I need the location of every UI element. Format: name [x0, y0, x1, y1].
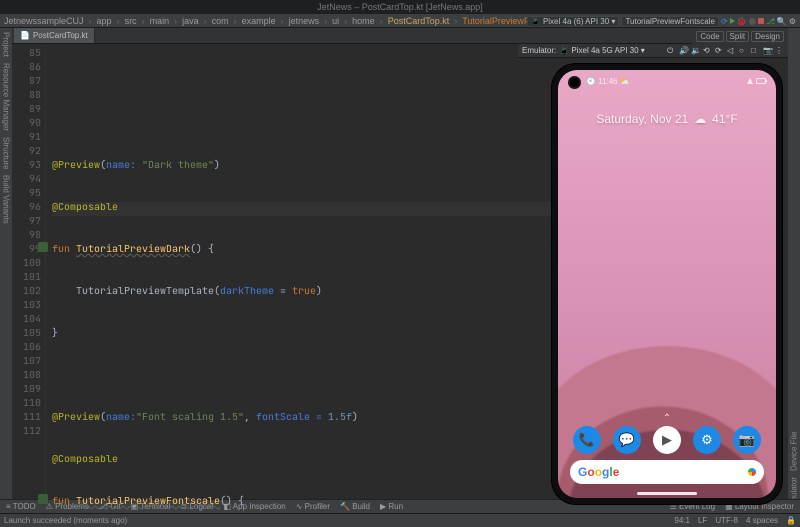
- toolwin-resmgr[interactable]: Resource Manager: [2, 63, 11, 131]
- emulator-phone[interactable]: 🕙 11:46 ⛅ Saturday, Nov 21☁41°F ⌃ 📞 💬 ▶ …: [552, 64, 782, 504]
- crumb-item[interactable]: app: [97, 16, 112, 26]
- app-drawer-handle[interactable]: ⌃: [558, 416, 776, 422]
- toolwin-project[interactable]: Project: [2, 32, 11, 57]
- crumb-item[interactable]: src: [125, 16, 137, 26]
- stop-button[interactable]: [758, 18, 764, 24]
- dock-playstore-icon[interactable]: ▶: [653, 426, 681, 454]
- run-gutter-icon[interactable]: [38, 494, 48, 504]
- run-gutter-icon[interactable]: [38, 242, 48, 252]
- git-icon[interactable]: ⎇: [766, 17, 775, 26]
- crumb-item[interactable]: com: [212, 16, 229, 26]
- status-bar: Launch succeeded (moments ago) 94:1 LF U…: [0, 513, 800, 527]
- phone-nav-handle[interactable]: [637, 492, 697, 495]
- dock-messages-icon[interactable]: 💬: [613, 426, 641, 454]
- indent[interactable]: 4 spaces: [746, 516, 778, 525]
- crumb-item[interactable]: example: [242, 16, 276, 26]
- device-selector[interactable]: 📱 Pixel 4a (6) API 30 ▾: [527, 16, 620, 27]
- dock-camera-icon[interactable]: 📷: [733, 426, 761, 454]
- run-config-selector[interactable]: TutorialPreviewFontscale: [621, 16, 719, 27]
- right-tool-strip: Emulator Device File: [788, 28, 800, 513]
- battery-icon: [756, 78, 766, 84]
- run-toolbar: 📱 Pixel 4a (6) API 30 ▾ TutorialPreviewF…: [527, 14, 796, 28]
- toolwin-variants[interactable]: Build Variants: [2, 175, 11, 224]
- editor-tabs: 📄 PostCardTop.kt: [12, 28, 788, 44]
- debug-button[interactable]: 🐞: [737, 17, 747, 26]
- crumb-item[interactable]: main: [150, 16, 170, 26]
- mode-code[interactable]: Code: [696, 31, 723, 42]
- crumb-item[interactable]: home: [352, 16, 375, 26]
- view-mode-bar: Code Split Design: [692, 28, 788, 44]
- encoding[interactable]: UTF-8: [715, 516, 738, 525]
- phone-screen[interactable]: 🕙 11:46 ⛅ Saturday, Nov 21☁41°F ⌃ 📞 💬 ▶ …: [558, 70, 776, 498]
- status-msg: Launch succeeded (moments ago): [4, 516, 127, 525]
- phone-dock: 📞 💬 ▶ ⚙ 📷: [558, 426, 776, 454]
- editor-tab[interactable]: 📄 PostCardTop.kt: [14, 28, 95, 43]
- crumb-item[interactable]: ui: [332, 16, 339, 26]
- editor-panel: 📄 PostCardTop.kt Code Split Design Emula…: [12, 28, 788, 513]
- window-titlebar: JetNews – PostCardTop.kt [JetNews.app]: [0, 0, 800, 14]
- crumb-item[interactable]: JetnewssampleCUJ: [4, 16, 84, 26]
- dock-phone-icon[interactable]: 📞: [573, 426, 601, 454]
- left-tool-strip: Project Resource Manager Structure Build…: [0, 28, 12, 513]
- toolwin-devicefile[interactable]: Device File: [790, 431, 799, 471]
- lock-icon[interactable]: 🔒: [786, 516, 796, 525]
- line-sep[interactable]: LF: [698, 516, 707, 525]
- crumb-item[interactable]: java: [182, 16, 199, 26]
- crumb-file[interactable]: PostCardTop.kt: [388, 16, 450, 26]
- toolwin-todo[interactable]: ≡ TODO: [6, 502, 36, 511]
- search-icon[interactable]: 🔍: [777, 17, 787, 26]
- mode-design[interactable]: Design: [751, 31, 784, 42]
- crumb-item[interactable]: jetnews: [289, 16, 320, 26]
- dock-settings-icon[interactable]: ⚙: [693, 426, 721, 454]
- caret-position[interactable]: 94:1: [674, 516, 690, 525]
- mode-split[interactable]: Split: [726, 31, 750, 42]
- phone-search-bar[interactable]: Google: [570, 460, 764, 484]
- toolwin-structure[interactable]: Structure: [2, 137, 11, 169]
- phone-date-widget[interactable]: Saturday, Nov 21☁41°F: [558, 112, 776, 126]
- google-logo-icon: Google: [578, 465, 619, 479]
- sync-icon[interactable]: ⟳: [721, 17, 728, 26]
- phone-time: 🕙 11:46 ⛅: [586, 77, 630, 86]
- settings-icon[interactable]: ⚙: [789, 17, 796, 26]
- signal-icon: [747, 78, 753, 84]
- phone-statusbar: 🕙 11:46 ⛅: [558, 74, 776, 88]
- coverage-icon[interactable]: [749, 18, 756, 25]
- assistant-icon[interactable]: [748, 468, 756, 476]
- gutter[interactable]: 85 86 87 88 89 90 91 92 93 94 95 96 97 9…: [12, 44, 46, 513]
- run-button[interactable]: [730, 18, 735, 24]
